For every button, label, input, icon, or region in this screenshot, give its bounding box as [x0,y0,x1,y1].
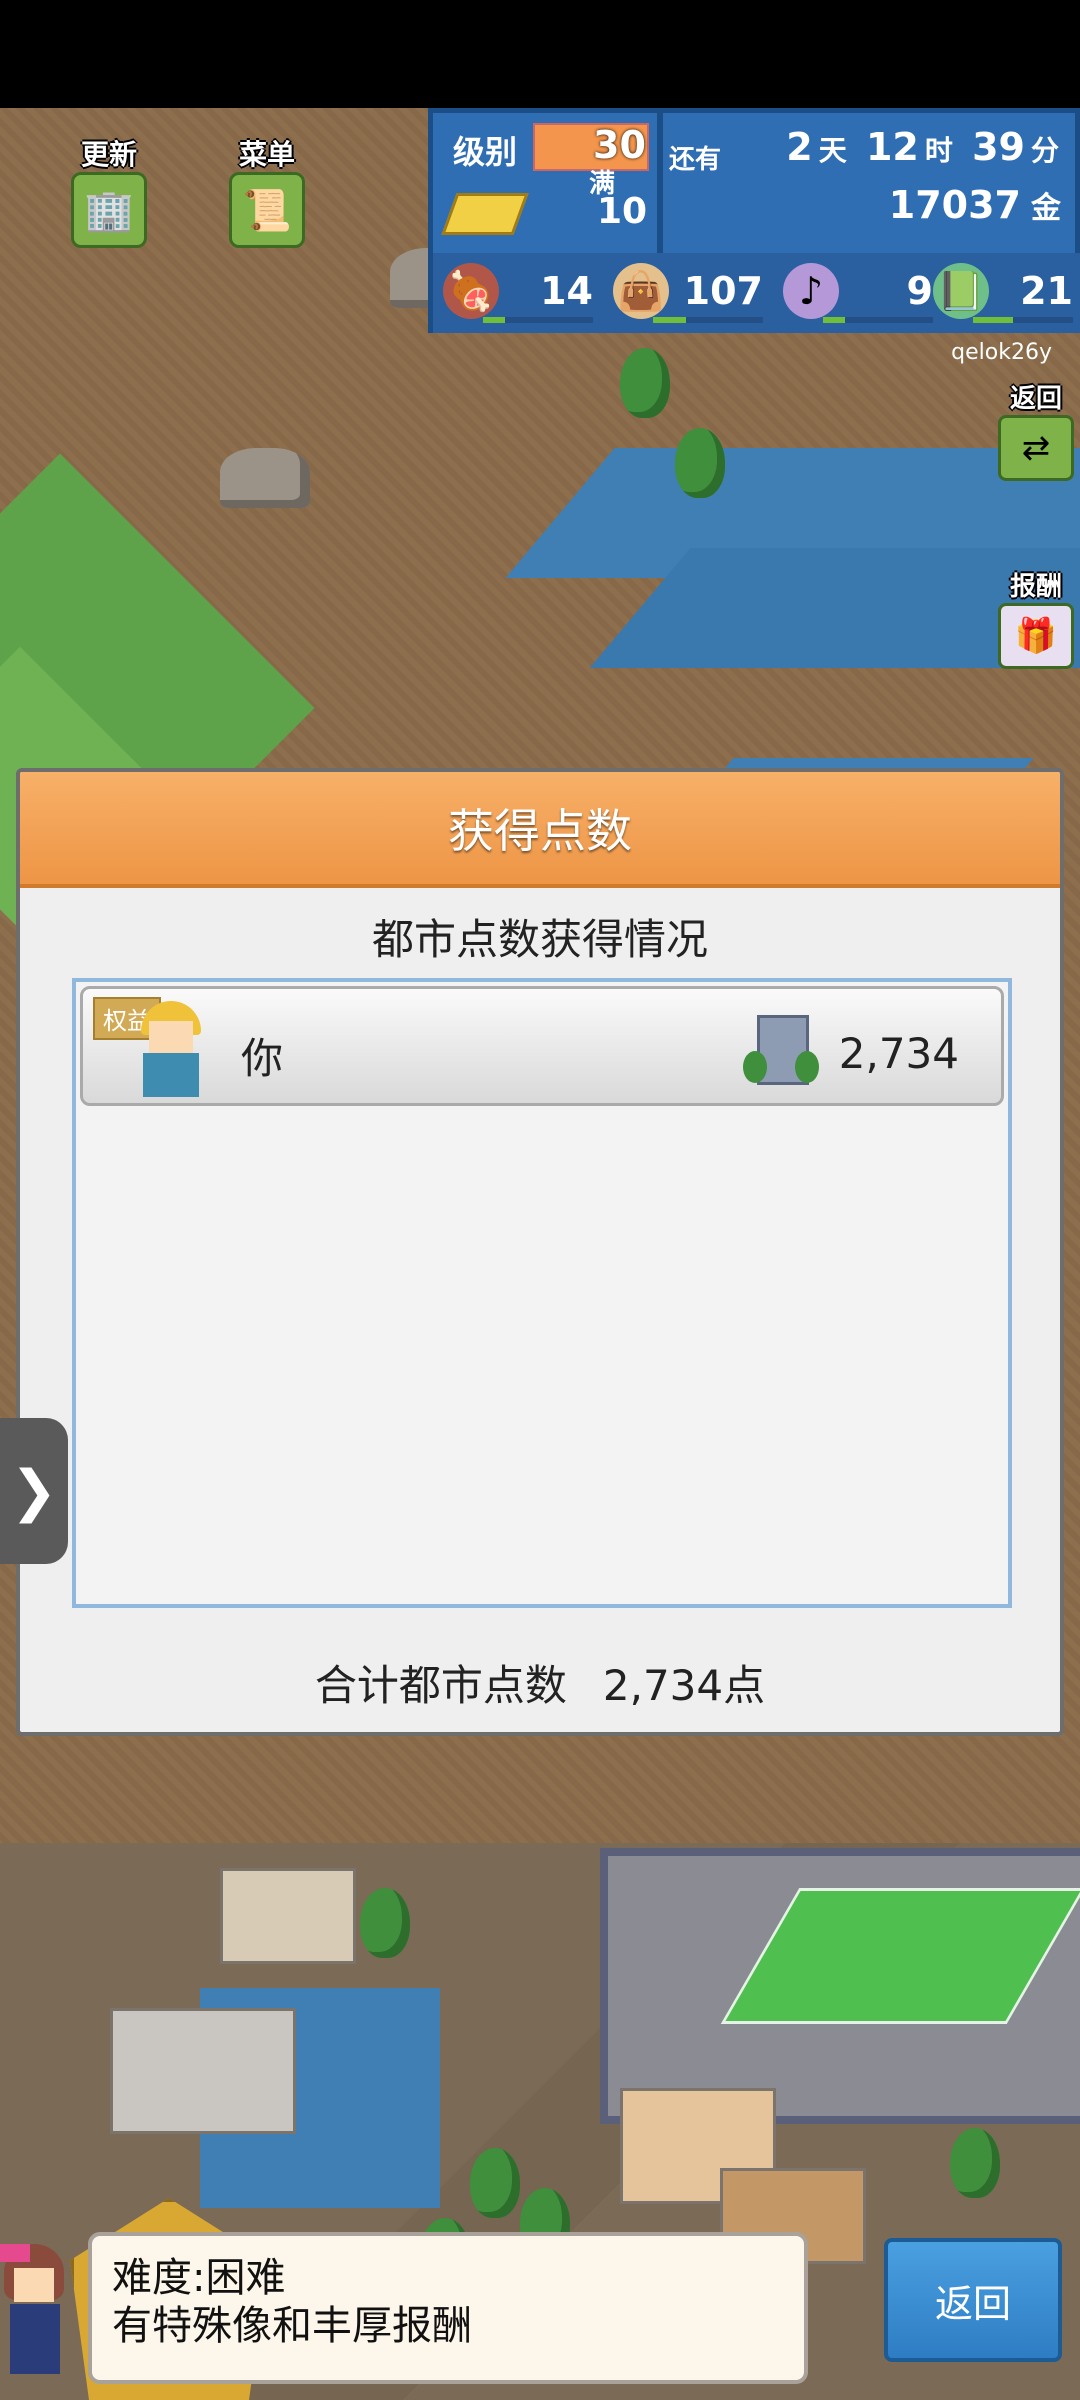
username: qelok26y [951,340,1052,365]
player-name: 你 [241,1034,284,1083]
resource-music: ♪ 9 [783,263,933,323]
scroll-icon: 📜 [229,172,305,248]
resource-bar [483,317,593,323]
book-icon: 📗 [933,263,989,319]
building[interactable] [110,2008,296,2134]
hours-unit: 时 [924,134,953,167]
total-label: 合计都市点数 [314,1661,567,1710]
status-bar [0,0,1080,108]
total-points: 合计都市点数 2,734点 [20,1652,1060,1713]
music-icon: ♪ [783,263,839,319]
menu-label: 菜单 [238,138,295,171]
player-points: 2,734 [838,1029,959,1078]
total-value: 2,734点 [602,1661,766,1710]
dialog-header: 获得点数 [20,772,1060,888]
resource-bar-fill [483,317,505,323]
avatar [131,1001,211,1099]
reward-side-label: 报酬 [1009,572,1062,602]
gold-unit: 金 [1031,191,1061,226]
reward-side-button[interactable]: 报酬 🎁 [998,566,1074,669]
tree [360,1888,410,1958]
resource-value: 107 [683,269,763,313]
tree [470,2148,520,2218]
resource-bar [823,317,933,323]
dialog-subtitle: 都市点数获得情况 [371,915,708,964]
avatar-body [143,1053,199,1097]
gold-bar-icon [441,193,529,235]
stats-panel[interactable]: 级别 30 满 10 还有 2天 12 时 39 分 17037 金 🍖 14 👜 1… [428,108,1080,333]
building-icon: 🏢 [71,172,147,248]
side-drawer-toggle[interactable]: ❯ [0,1418,68,1564]
update-button[interactable]: 更新 🏢 [64,138,154,248]
difficulty-text: 难度:困难 [112,2255,286,2301]
resource-bar-fill [973,317,1013,323]
tree [620,348,670,418]
level-sub-value: 10 [597,191,648,232]
exchange-icon: ⇄ [998,415,1074,481]
resource-bag: 👜 107 [613,263,763,323]
days-unit: 天 [818,134,847,167]
resource-bar [973,317,1073,323]
time-remaining: 2天 12 时 39 分 [786,125,1065,169]
resource-bar [653,317,763,323]
resource-food: 🍖 14 [443,263,593,323]
update-label: 更新 [80,138,137,171]
difficulty-info-box: 难度:困难 有特殊像和丰厚报酬 [88,2232,808,2384]
resource-book: 📗 21 [933,263,1073,323]
avatar-face [149,1021,193,1053]
chevron-right-icon: ❯ [10,1458,58,1524]
tree [950,2128,1000,2198]
level-label: 级别 [453,133,518,171]
hours-value: 12 [865,125,919,169]
back-button[interactable]: 返回 [884,2238,1062,2362]
rock-site[interactable] [220,448,310,508]
character-body [10,2304,60,2374]
remaining-label: 还有 [669,145,722,175]
tree [675,428,725,498]
resource-bar-fill [653,317,686,323]
resource-bar-fill [823,317,845,323]
return-side-button[interactable]: 返回 ⇄ [998,378,1074,481]
menu-button[interactable]: 菜单 📜 [222,138,312,248]
days-value: 2 [786,125,813,169]
minutes-value: 39 [972,125,1025,169]
dialog-title: 获得点数 [448,804,632,858]
resource-value: 21 [1020,269,1073,313]
gift-icon: 🎁 [998,603,1074,669]
character-portrait [0,2244,70,2384]
list-item[interactable]: 权益 你 2,734 [80,986,1004,1106]
divider [657,113,663,253]
points-list[interactable]: 权益 你 2,734 [72,978,1012,1608]
level-value: 30 [593,123,646,167]
gold-amount: 17037 金 [889,183,1061,227]
bag-icon: 👜 [613,263,669,319]
return-side-label: 返回 [1009,384,1062,414]
character-face [14,2268,54,2302]
city-points-icon-tree [743,1051,767,1083]
reward-description: 有特殊像和丰厚报酬 [112,2303,472,2349]
food-icon: 🍖 [443,263,499,319]
city-points-icon [743,1011,819,1087]
resource-value: 14 [540,269,593,313]
minutes-unit: 分 [1030,134,1059,167]
resource-row: 🍖 14 👜 107 ♪ 9 📗 21 [433,253,1080,333]
resource-value: 9 [906,269,933,313]
gold-value: 17037 [888,183,1021,227]
city-points-icon-tree [795,1051,819,1083]
building[interactable] [220,1868,356,1964]
character-bow [0,2244,30,2262]
points-dialog: 获得点数 都市点数获得情况 权益 你 2,734 合计都市点数 2,734点 [16,768,1064,1736]
